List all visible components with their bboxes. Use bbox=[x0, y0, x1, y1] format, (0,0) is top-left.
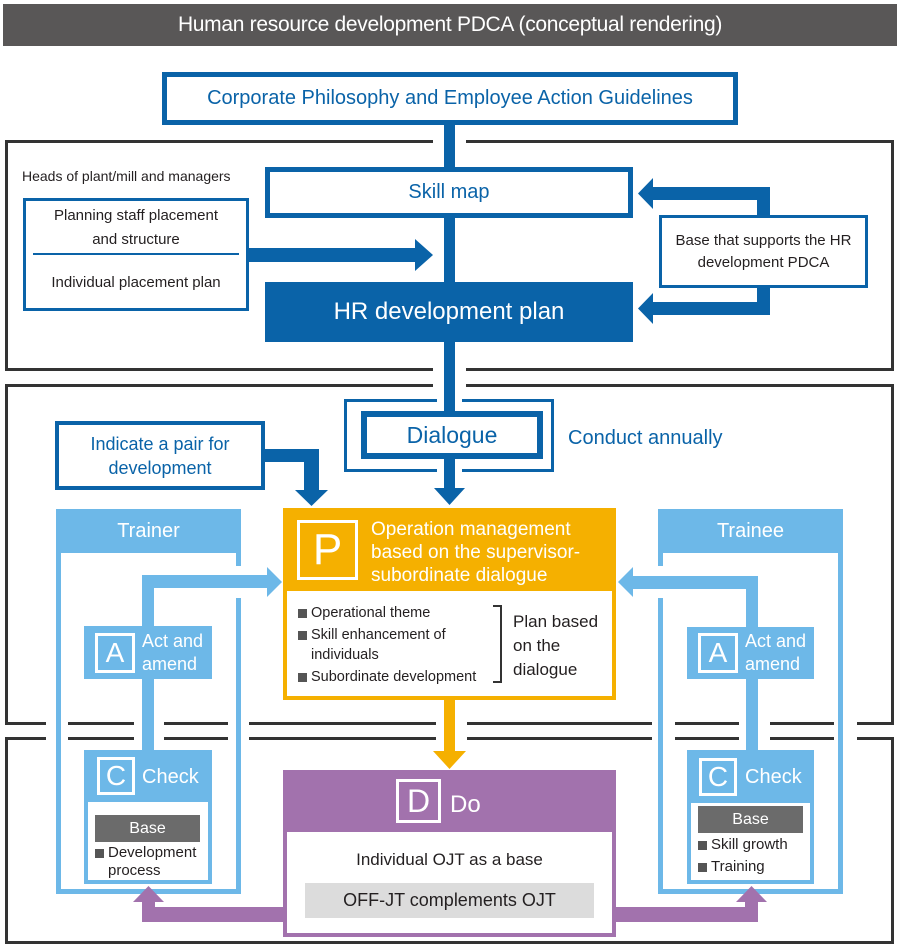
do-main-text: Individual OJT as a base bbox=[356, 850, 543, 869]
placement-structure-text-wrap: Planning staff placement and structure bbox=[26, 204, 246, 252]
philosophy-box: Corporate Philosophy and Employee Action… bbox=[162, 72, 738, 125]
plan-item-text: Subordinate development bbox=[311, 669, 477, 685]
trainer-header: Trainer bbox=[56, 509, 241, 553]
do-box: D Do Individual OJT as a base OFF-JT com… bbox=[283, 770, 616, 937]
trainee-check-box: C Check Base Skill growth Training bbox=[687, 750, 814, 884]
plan-letter-icon: P bbox=[297, 520, 358, 580]
bullet-square-icon bbox=[698, 863, 707, 872]
trainee-check-letter-icon: C bbox=[699, 758, 737, 796]
trainee-act-letter-icon: A bbox=[698, 633, 738, 673]
trainee-check-item-text: Training bbox=[711, 858, 765, 875]
trainee-check-items: Skill growth Training bbox=[698, 834, 810, 878]
trainer-check-item: Development process bbox=[95, 844, 207, 880]
arrow-plan-to-do bbox=[433, 698, 466, 769]
bullet-square-icon bbox=[298, 609, 307, 618]
skill-map-box: Skill map bbox=[265, 167, 633, 218]
trainer-act-box: A Act and amend bbox=[84, 626, 212, 679]
trainer-check-items: Development process bbox=[95, 844, 207, 880]
trainer-check-body: Base Development process bbox=[88, 802, 208, 880]
plan-item: Subordinate development bbox=[298, 667, 483, 687]
trainee-header: Trainee bbox=[658, 509, 843, 553]
do-complement-box: OFF-JT complements OJT bbox=[305, 883, 594, 918]
plan-item-text: Operational theme bbox=[311, 605, 431, 621]
pdca-diagram: Human resource development PDCA (concept… bbox=[0, 0, 900, 950]
plan-item-text: Skill enhancement of individuals bbox=[311, 627, 446, 663]
bullet-square-icon bbox=[298, 673, 307, 682]
trainer-base-label: Base bbox=[95, 815, 200, 842]
pair-box-text: Indicate a pair for development bbox=[90, 433, 230, 478]
trainer-check-item-text: Development process bbox=[108, 844, 197, 879]
plan-items-list: Operational theme Skill enhancement of i… bbox=[298, 603, 483, 689]
plan-title: Operation management based on the superv… bbox=[371, 519, 581, 586]
do-title: Do bbox=[450, 791, 481, 818]
plan-bracket bbox=[493, 605, 502, 683]
placement-structure-text: Planning staff placement and structure bbox=[54, 207, 218, 248]
arrow-support-to-hr-plan bbox=[638, 287, 770, 324]
arrow-dialogue-to-plan bbox=[434, 457, 465, 505]
trainee-act-label: Act and amend bbox=[745, 631, 807, 674]
placement-box: Planning staff placement and structure I… bbox=[23, 198, 249, 311]
plan-item: Operational theme bbox=[298, 603, 483, 623]
trainee-check-label: Check bbox=[745, 766, 802, 788]
trainee-check-item-text: Skill growth bbox=[711, 836, 788, 853]
arrow-pair-to-plan bbox=[264, 449, 328, 506]
trainer-check-box: C Check Base Development process bbox=[84, 750, 212, 884]
dialogue-frequency: Conduct annually bbox=[568, 427, 723, 449]
trainee-check-item: Training bbox=[698, 856, 810, 878]
plan-box: P Operation management based on the supe… bbox=[283, 508, 616, 700]
placement-divider bbox=[33, 253, 239, 255]
bullet-square-icon bbox=[698, 841, 707, 850]
do-letter-icon: D bbox=[396, 779, 441, 823]
support-base-box: Base that supports the HR development PD… bbox=[659, 215, 868, 288]
arrow-placement-to-center bbox=[249, 239, 433, 271]
management-section-label: Heads of plant/mill and managers bbox=[22, 168, 231, 184]
pair-box: Indicate a pair for development bbox=[55, 421, 265, 490]
trainer-check-letter-icon: C bbox=[97, 757, 135, 795]
trainer-act-label: Act and amend bbox=[142, 631, 204, 674]
plan-summary: Plan based on the dialogue bbox=[513, 612, 599, 679]
bullet-square-icon bbox=[298, 631, 307, 640]
hr-plan-box: HR development plan bbox=[265, 282, 633, 342]
individual-placement-text: Individual placement plan bbox=[51, 274, 221, 291]
trainer-check-label: Check bbox=[142, 766, 199, 788]
bullet-square-icon bbox=[95, 849, 104, 858]
trainee-act-box: A Act and amend bbox=[687, 627, 814, 679]
page-title: Human resource development PDCA (concept… bbox=[3, 4, 897, 46]
trainer-act-letter-icon: A bbox=[95, 633, 135, 673]
plan-item: Skill enhancement of individuals bbox=[298, 625, 483, 665]
arrow-support-to-skill-map bbox=[638, 178, 770, 216]
dialogue-box: Dialogue bbox=[361, 411, 543, 459]
trainee-base-label: Base bbox=[698, 806, 803, 833]
trainee-check-body: Base Skill growth Training bbox=[691, 803, 810, 880]
trainee-check-item: Skill growth bbox=[698, 834, 810, 856]
